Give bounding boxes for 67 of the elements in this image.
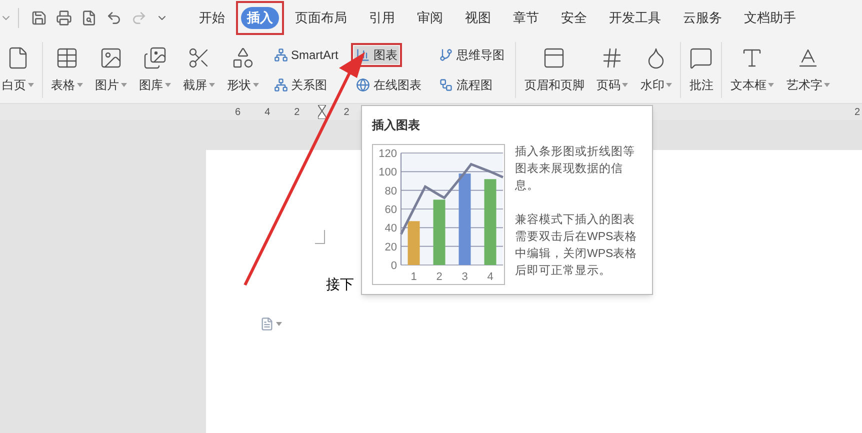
caret-icon	[276, 322, 282, 326]
print-icon[interactable]	[56, 10, 72, 26]
ribbon-small-button[interactable]: SmartArt	[272, 46, 340, 64]
y-tick-label: 40	[384, 222, 397, 235]
ribbon-small-button[interactable]: 在线图表	[354, 76, 424, 94]
ribbon-button[interactable]: 形状	[225, 46, 261, 94]
ribbon-button[interactable]: 表格	[49, 46, 85, 94]
gallery-icon	[143, 46, 167, 70]
menu-tab[interactable]: 章节	[507, 7, 545, 28]
shapes-icon	[231, 46, 255, 70]
menu-tab[interactable]: 安全	[555, 7, 593, 28]
ribbon-small-button[interactable]: 图表	[354, 46, 400, 64]
x-tick-label: 1	[410, 271, 417, 283]
ruler-number: 2	[344, 106, 350, 120]
menu-tab[interactable]: 视图	[459, 7, 497, 28]
ribbon-button[interactable]: 批注	[687, 46, 716, 94]
save-icon[interactable]	[31, 10, 47, 26]
document-text: 接下	[326, 276, 354, 292]
mind-map-icon	[439, 48, 454, 62]
table-icon	[55, 46, 79, 70]
ribbon-small-button[interactable]: 思维导图	[437, 46, 506, 64]
y-tick-label: 100	[378, 166, 397, 179]
ribbon-button[interactable]: 截屏	[181, 46, 217, 94]
menu-tab[interactable]: 开发工具	[603, 7, 667, 28]
tooltip-title: 插入图表	[372, 117, 421, 134]
indent-marker[interactable]	[318, 105, 326, 119]
ribbon-button[interactable]: 图库	[137, 46, 173, 94]
ribbon-button[interactable]: 页眉和页脚	[522, 46, 586, 94]
ribbon-button[interactable]: 页码	[594, 46, 630, 94]
tooltip-description: 插入条形图或折线图等图表来展现数据的信息。	[514, 144, 636, 194]
comment-icon	[689, 46, 714, 70]
x-tick-label: 3	[462, 271, 468, 283]
chart-bar	[408, 221, 420, 265]
ribbon-button[interactable]: 水印	[638, 46, 674, 94]
ribbon-small-button[interactable]: 关系图	[272, 76, 329, 94]
ruler-number: 2	[854, 106, 860, 120]
menu-tab[interactable]: 审阅	[411, 7, 449, 28]
y-tick-label: 60	[384, 204, 397, 216]
ruler-number: 6	[235, 106, 241, 120]
ribbon-small-button[interactable]: 流程图	[437, 76, 494, 94]
ruler-number: 2	[294, 106, 300, 120]
menu-tab[interactable]: 页面布局	[289, 7, 353, 28]
flowchart-icon	[439, 78, 454, 92]
header-footer-icon	[542, 46, 566, 70]
ribbon-button[interactable]: 图片	[93, 46, 129, 94]
y-tick-label: 120	[378, 148, 397, 160]
ribbon-button[interactable]: 文本框	[728, 46, 776, 94]
menu-tab[interactable]: 云服务	[677, 7, 728, 28]
x-tick-label: 2	[436, 271, 442, 283]
diagram-icon	[274, 48, 288, 62]
tooltip-description: 兼容模式下插入的图表需要双击后在WPS表格中编辑，关闭WPS表格后即可正常显示。	[514, 212, 638, 279]
ribbon-button[interactable]: 艺术字	[784, 46, 832, 94]
y-tick-label: 20	[384, 241, 397, 254]
undo-icon[interactable]	[106, 10, 122, 26]
menu-tab[interactable]: 文档助手	[738, 7, 802, 28]
image-icon	[99, 46, 123, 70]
menu-tab[interactable]: 插入	[241, 7, 279, 28]
preview-icon[interactable]	[81, 10, 97, 26]
menu-tab[interactable]: 引用	[363, 7, 401, 28]
ribbon-button[interactable]: 白页	[0, 46, 36, 94]
network-icon	[274, 78, 288, 92]
chart-bar	[433, 200, 446, 265]
ruler-number: 4	[264, 106, 270, 120]
menu-tab[interactable]: 开始	[193, 7, 231, 28]
y-tick-label: 80	[384, 185, 397, 198]
y-tick-label: 0	[390, 260, 397, 272]
x-tick-label: 4	[487, 271, 494, 283]
